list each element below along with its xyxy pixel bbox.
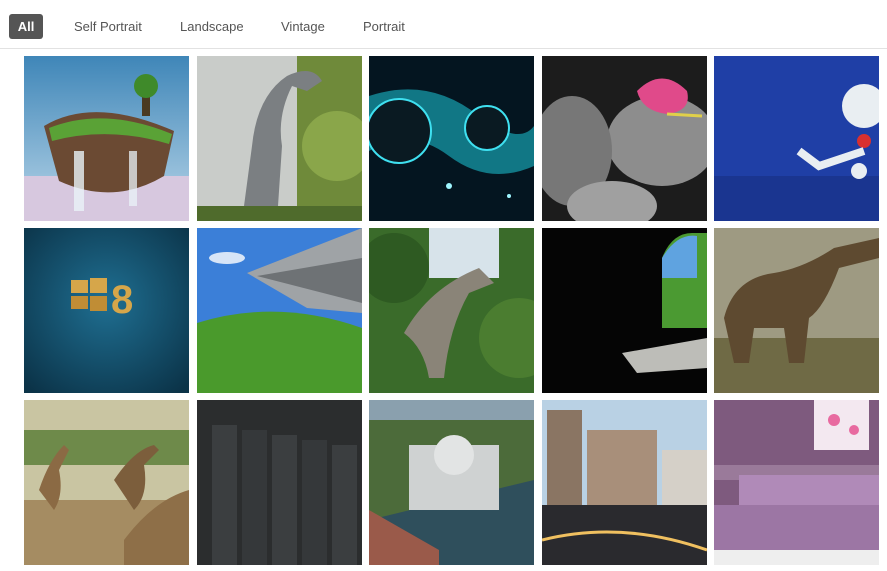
gallery-image-parliament-aerial[interactable] (369, 400, 534, 565)
city-night-image (542, 400, 707, 565)
sauropod-image (714, 228, 879, 393)
parliament-aerial-image (369, 400, 534, 565)
filter-landscape-button[interactable]: Landscape (180, 14, 244, 39)
gallery-image-dinosaur-trees[interactable] (369, 228, 534, 393)
balloon-figure-image (714, 56, 879, 221)
gallery-image-trex-jungle[interactable] (197, 56, 362, 221)
floating-island-image (24, 56, 189, 221)
gallery-image-server-racks[interactable] (197, 400, 362, 565)
dinosaur-trees-image (369, 228, 534, 393)
gallery-image-city-night[interactable] (542, 400, 707, 565)
windows-8-logo-image: 8 (24, 228, 189, 393)
gallery-image-sauropod[interactable] (714, 228, 879, 393)
trex-jungle-image (197, 56, 362, 221)
server-racks-image (197, 400, 362, 565)
gallery-image-floating-island[interactable] (24, 56, 189, 221)
gallery-image-dinosaur-herd[interactable] (24, 400, 189, 565)
gallery-image-stones-petal[interactable] (542, 56, 707, 221)
star-destroyer-bliss-image (197, 228, 362, 393)
gallery-image-balloon-figure[interactable] (714, 56, 879, 221)
gallery-image-star-destroyer-bliss[interactable] (197, 228, 362, 393)
gallery-image-dark-cave-bliss[interactable] (542, 228, 707, 393)
stones-petal-image (542, 56, 707, 221)
gallery-image-space-planets[interactable] (369, 56, 534, 221)
dinosaur-herd-image (24, 400, 189, 565)
purple-bedroom-image (714, 400, 879, 565)
filter-vintage-button[interactable]: Vintage (281, 14, 325, 39)
dark-cave-bliss-image (542, 228, 707, 393)
space-planets-image (369, 56, 534, 221)
gallery-image-windows-8-logo[interactable]: 8 (24, 228, 189, 393)
gallery-image-purple-bedroom[interactable] (714, 400, 879, 565)
filter-self-portrait-button[interactable]: Self Portrait (74, 14, 142, 39)
filter-all-button[interactable]: All (9, 14, 43, 39)
filter-bar: All Self Portrait Landscape Vintage Port… (0, 0, 887, 49)
windows-8-numeral: 8 (111, 278, 133, 322)
filter-portrait-button[interactable]: Portrait (363, 14, 405, 39)
